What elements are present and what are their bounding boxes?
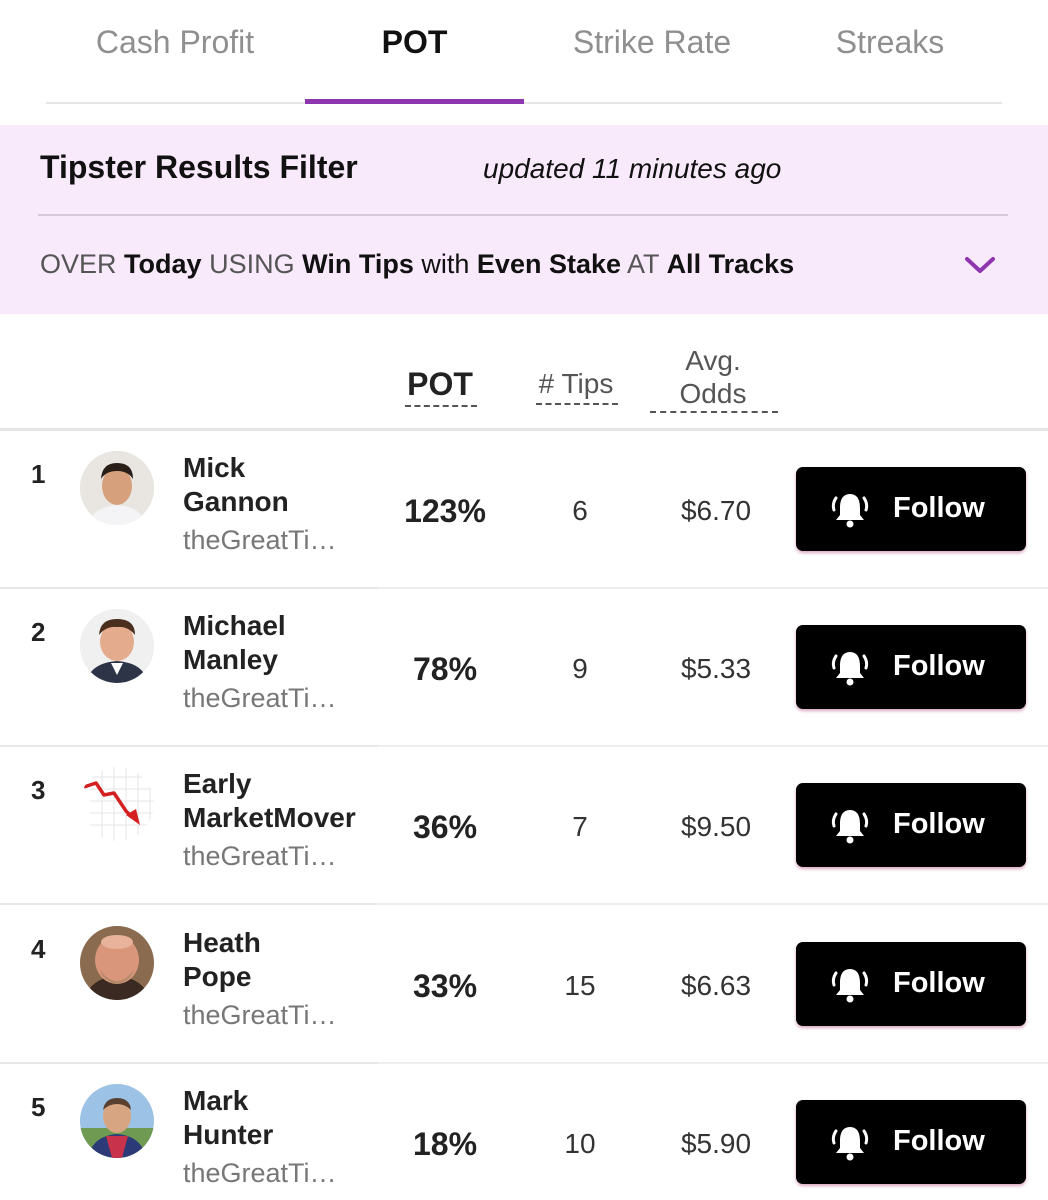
tips-count: 10	[564, 1128, 596, 1159]
pot-value: 18%	[412, 1126, 478, 1162]
follow-label: Follow	[893, 967, 985, 999]
updated-timestamp: updated 11 minutes ago	[483, 153, 782, 184]
over-value: Today	[124, 249, 202, 279]
using-label: USING	[209, 249, 295, 279]
tipster-source: theGreatTi…	[183, 1000, 337, 1030]
avg-odds-line1: Avg.	[685, 345, 741, 376]
tab-pot[interactable]: POT	[305, 24, 524, 68]
avg-odds: $6.70	[680, 495, 752, 526]
rank: 2	[31, 617, 46, 647]
rank: 3	[31, 775, 46, 805]
tipster-source: theGreatTi…	[183, 525, 337, 555]
avg-odds: $9.50	[680, 811, 752, 842]
avg-odds: $5.33	[680, 653, 752, 684]
column-header-pot[interactable]: POT	[398, 366, 482, 403]
avg-odds: $5.90	[680, 1128, 752, 1159]
pot-value: 78%	[412, 651, 478, 687]
follow-label: Follow	[893, 808, 985, 840]
tips-count: 7	[572, 811, 588, 842]
follow-button[interactable]: Follow	[796, 467, 1026, 551]
tipster-name[interactable]: Mark Hunter	[183, 1084, 363, 1152]
rank: 4	[31, 934, 46, 964]
tipster-source: theGreatTi…	[183, 1158, 337, 1188]
avg-odds-line2: Odds	[679, 378, 747, 409]
follow-button[interactable]: Follow	[796, 625, 1026, 709]
bell-alert-icon	[831, 969, 869, 1003]
rank: 1	[31, 459, 46, 489]
bell-alert-icon	[831, 1127, 869, 1161]
pot-value: 123%	[404, 493, 486, 529]
using-value: Win Tips	[302, 249, 414, 279]
with-label: with	[421, 249, 470, 279]
bell-alert-icon	[831, 652, 869, 686]
pot-value: 36%	[412, 809, 478, 845]
follow-button[interactable]: Follow	[796, 942, 1026, 1026]
column-header-tips[interactable]: # Tips	[530, 368, 622, 400]
avatar[interactable]	[80, 451, 154, 525]
tipster-source: theGreatTi…	[183, 841, 337, 871]
tab-bar: Cash Profit POT Strike Rate Streaks	[0, 0, 1048, 104]
tipster-row: 3 Early MarketMover theGreatTi… 36% 7 $9…	[0, 747, 1048, 905]
follow-label: Follow	[893, 492, 985, 524]
tipster-name[interactable]: Heath Pope	[183, 926, 363, 994]
tab-strike-rate[interactable]: Strike Rate	[532, 24, 772, 68]
row-divider	[378, 903, 1048, 905]
follow-button[interactable]: Follow	[796, 783, 1026, 867]
tipster-source: theGreatTi…	[183, 683, 337, 713]
avatar[interactable]	[80, 926, 154, 1000]
tips-count: 9	[572, 653, 588, 684]
rank: 5	[31, 1092, 46, 1122]
filter-divider	[38, 214, 1008, 216]
over-label: OVER	[40, 249, 117, 279]
follow-label: Follow	[893, 650, 985, 682]
tipster-row: 5 Mark Hunter theGreatTi… 18% 10 $5.90 F…	[0, 1064, 1048, 1200]
row-divider	[0, 903, 378, 905]
tipster-row: 4 Heath Pope theGreatTi… 33% 15 $6.63 Fo…	[0, 906, 1048, 1064]
tips-underline	[536, 403, 618, 405]
avg-odds: $6.63	[680, 970, 752, 1001]
filter-summary[interactable]: OVER Today USING Win Tips with Even Stak…	[40, 249, 794, 280]
pot-value: 33%	[412, 968, 478, 1004]
tipster-name[interactable]: Early MarketMover	[183, 767, 363, 835]
follow-button[interactable]: Follow	[796, 1100, 1026, 1184]
tipster-name[interactable]: Michael Manley	[183, 609, 363, 677]
column-header-avg-odds[interactable]: Avg. Odds	[644, 344, 782, 410]
at-value: All Tracks	[666, 249, 795, 279]
tipster-row: 1 Mick Gannon theGreatTi… 123% 6 $6.70 F…	[0, 431, 1048, 589]
filter-title: Tipster Results Filter	[40, 149, 358, 185]
with-value: Even Stake	[476, 249, 622, 279]
follow-label: Follow	[893, 1125, 985, 1157]
pot-underline	[405, 405, 477, 407]
tipster-row: 2 Michael Manley theGreatTi… 78% 9 $5.33…	[0, 589, 1048, 747]
falling-chart-icon[interactable]	[80, 767, 154, 841]
at-label: AT	[627, 249, 660, 279]
avatar[interactable]	[80, 609, 154, 683]
tips-count: 6	[572, 495, 588, 526]
active-tab-indicator	[305, 99, 524, 104]
tips-count: 15	[564, 970, 596, 1001]
tipster-name[interactable]: Mick Gannon	[183, 451, 363, 519]
bell-alert-icon	[831, 810, 869, 844]
results-filter-panel: Tipster Results Filter updated 11 minute…	[0, 125, 1048, 314]
odds-underline	[650, 411, 778, 413]
tab-streaks[interactable]: Streaks	[790, 24, 990, 68]
tab-cash-profit[interactable]: Cash Profit	[56, 24, 294, 68]
chevron-down-icon[interactable]	[962, 253, 998, 277]
tab-divider	[46, 102, 1002, 104]
avatar[interactable]	[80, 1084, 154, 1158]
bell-alert-icon	[831, 494, 869, 528]
